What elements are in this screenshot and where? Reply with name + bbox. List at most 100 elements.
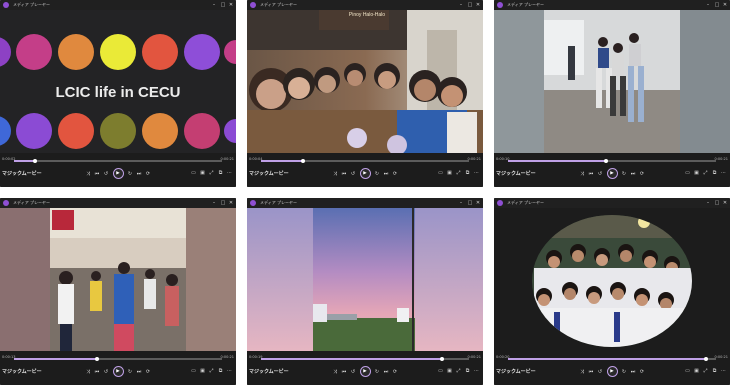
shuffle-icon[interactable]: ⤨ (84, 367, 93, 377)
previous-icon[interactable]: ⏮ (93, 169, 102, 179)
more-icon[interactable]: ⋯ (472, 366, 481, 376)
rewind-icon[interactable]: ↺ (349, 367, 358, 377)
minimize-button[interactable]: – (704, 0, 712, 10)
rewind-icon[interactable]: ↺ (349, 169, 358, 179)
cast-icon[interactable]: ▣ (445, 168, 454, 178)
fullscreen-icon[interactable]: ⤢ (207, 366, 216, 376)
cast-icon[interactable]: ▣ (198, 366, 207, 376)
repeat-icon[interactable]: ⟳ (638, 169, 647, 179)
shuffle-icon[interactable]: ⤨ (331, 367, 340, 377)
play-button[interactable]: ▶ (112, 168, 124, 179)
previous-icon[interactable]: ⏮ (587, 367, 596, 377)
forward-icon[interactable]: ↻ (126, 367, 135, 377)
repeat-icon[interactable]: ⟳ (391, 169, 400, 179)
fullscreen-icon[interactable]: ⤢ (454, 366, 463, 376)
cast-icon[interactable]: ▣ (445, 366, 454, 376)
fullscreen-icon[interactable]: ⤢ (207, 168, 216, 178)
subtitles-icon[interactable]: ▭ (436, 168, 445, 178)
seek-handle[interactable] (32, 158, 37, 163)
subtitles-icon[interactable]: ▭ (683, 168, 692, 178)
minimize-button[interactable]: – (704, 198, 712, 208)
previous-icon[interactable]: ⏮ (587, 169, 596, 179)
video-frame[interactable] (0, 208, 236, 351)
play-button[interactable]: ▶ (606, 366, 618, 377)
seek-bar[interactable] (261, 356, 469, 361)
more-icon[interactable]: ⋯ (719, 168, 728, 178)
more-icon[interactable]: ⋯ (225, 366, 234, 376)
seek-bar[interactable] (14, 356, 222, 361)
subtitles-icon[interactable]: ▭ (436, 366, 445, 376)
next-icon[interactable]: ⏭ (382, 169, 391, 179)
cast-icon[interactable]: ▣ (692, 168, 701, 178)
shuffle-icon[interactable]: ⤨ (578, 367, 587, 377)
seek-bar[interactable] (508, 356, 716, 361)
seek-handle[interactable] (439, 356, 444, 361)
video-frame[interactable]: Pinoy Halo-Halo (247, 10, 483, 153)
repeat-icon[interactable]: ⟳ (144, 367, 153, 377)
repeat-icon[interactable]: ⟳ (391, 367, 400, 377)
cast-icon[interactable]: ▣ (692, 366, 701, 376)
forward-icon[interactable]: ↻ (373, 169, 382, 179)
forward-icon[interactable]: ↻ (620, 367, 629, 377)
video-frame[interactable] (494, 208, 730, 351)
rewind-icon[interactable]: ↺ (596, 367, 605, 377)
maximize-button[interactable]: □ (466, 198, 474, 208)
fullscreen-icon[interactable]: ⤢ (701, 168, 710, 178)
minimize-button[interactable]: – (210, 0, 218, 10)
previous-icon[interactable]: ⏮ (93, 367, 102, 377)
seek-bar[interactable] (261, 158, 469, 163)
maximize-button[interactable]: □ (713, 198, 721, 208)
rewind-icon[interactable]: ↺ (596, 169, 605, 179)
close-button[interactable]: ✕ (721, 0, 729, 10)
next-icon[interactable]: ⏭ (135, 169, 144, 179)
video-frame[interactable]: LCIC life in CECU (0, 10, 236, 153)
close-button[interactable]: ✕ (227, 198, 235, 208)
next-icon[interactable]: ⏭ (629, 169, 638, 179)
maximize-button[interactable]: □ (466, 0, 474, 10)
seek-handle[interactable] (95, 356, 100, 361)
repeat-icon[interactable]: ⟳ (144, 169, 153, 179)
repeat-icon[interactable]: ⟳ (638, 367, 647, 377)
seek-handle[interactable] (300, 158, 305, 163)
miniplayer-icon[interactable]: ⧉ (216, 366, 225, 376)
miniplayer-icon[interactable]: ⧉ (463, 168, 472, 178)
more-icon[interactable]: ⋯ (225, 168, 234, 178)
forward-icon[interactable]: ↻ (373, 367, 382, 377)
subtitles-icon[interactable]: ▭ (189, 168, 198, 178)
previous-icon[interactable]: ⏮ (340, 367, 349, 377)
seek-handle[interactable] (703, 356, 708, 361)
maximize-button[interactable]: □ (713, 0, 721, 10)
seek-bar[interactable] (14, 158, 222, 163)
miniplayer-icon[interactable]: ⧉ (710, 366, 719, 376)
more-icon[interactable]: ⋯ (472, 168, 481, 178)
play-button[interactable]: ▶ (606, 168, 618, 179)
close-button[interactable]: ✕ (474, 198, 482, 208)
miniplayer-icon[interactable]: ⧉ (463, 366, 472, 376)
video-frame[interactable] (494, 10, 730, 153)
forward-icon[interactable]: ↻ (620, 169, 629, 179)
rewind-icon[interactable]: ↺ (102, 169, 111, 179)
close-button[interactable]: ✕ (227, 0, 235, 10)
shuffle-icon[interactable]: ⤨ (331, 169, 340, 179)
play-button[interactable]: ▶ (359, 168, 371, 179)
video-frame[interactable] (247, 208, 483, 351)
fullscreen-icon[interactable]: ⤢ (454, 168, 463, 178)
cast-icon[interactable]: ▣ (198, 168, 207, 178)
miniplayer-icon[interactable]: ⧉ (710, 168, 719, 178)
seek-bar[interactable] (508, 158, 716, 163)
close-button[interactable]: ✕ (721, 198, 729, 208)
subtitles-icon[interactable]: ▭ (189, 366, 198, 376)
shuffle-icon[interactable]: ⤨ (578, 169, 587, 179)
miniplayer-icon[interactable]: ⧉ (216, 168, 225, 178)
seek-handle[interactable] (603, 158, 608, 163)
fullscreen-icon[interactable]: ⤢ (701, 366, 710, 376)
minimize-button[interactable]: – (210, 198, 218, 208)
shuffle-icon[interactable]: ⤨ (84, 169, 93, 179)
maximize-button[interactable]: □ (219, 198, 227, 208)
play-button[interactable]: ▶ (359, 366, 371, 377)
subtitles-icon[interactable]: ▭ (683, 366, 692, 376)
rewind-icon[interactable]: ↺ (102, 367, 111, 377)
minimize-button[interactable]: – (457, 0, 465, 10)
next-icon[interactable]: ⏭ (135, 367, 144, 377)
more-icon[interactable]: ⋯ (719, 366, 728, 376)
